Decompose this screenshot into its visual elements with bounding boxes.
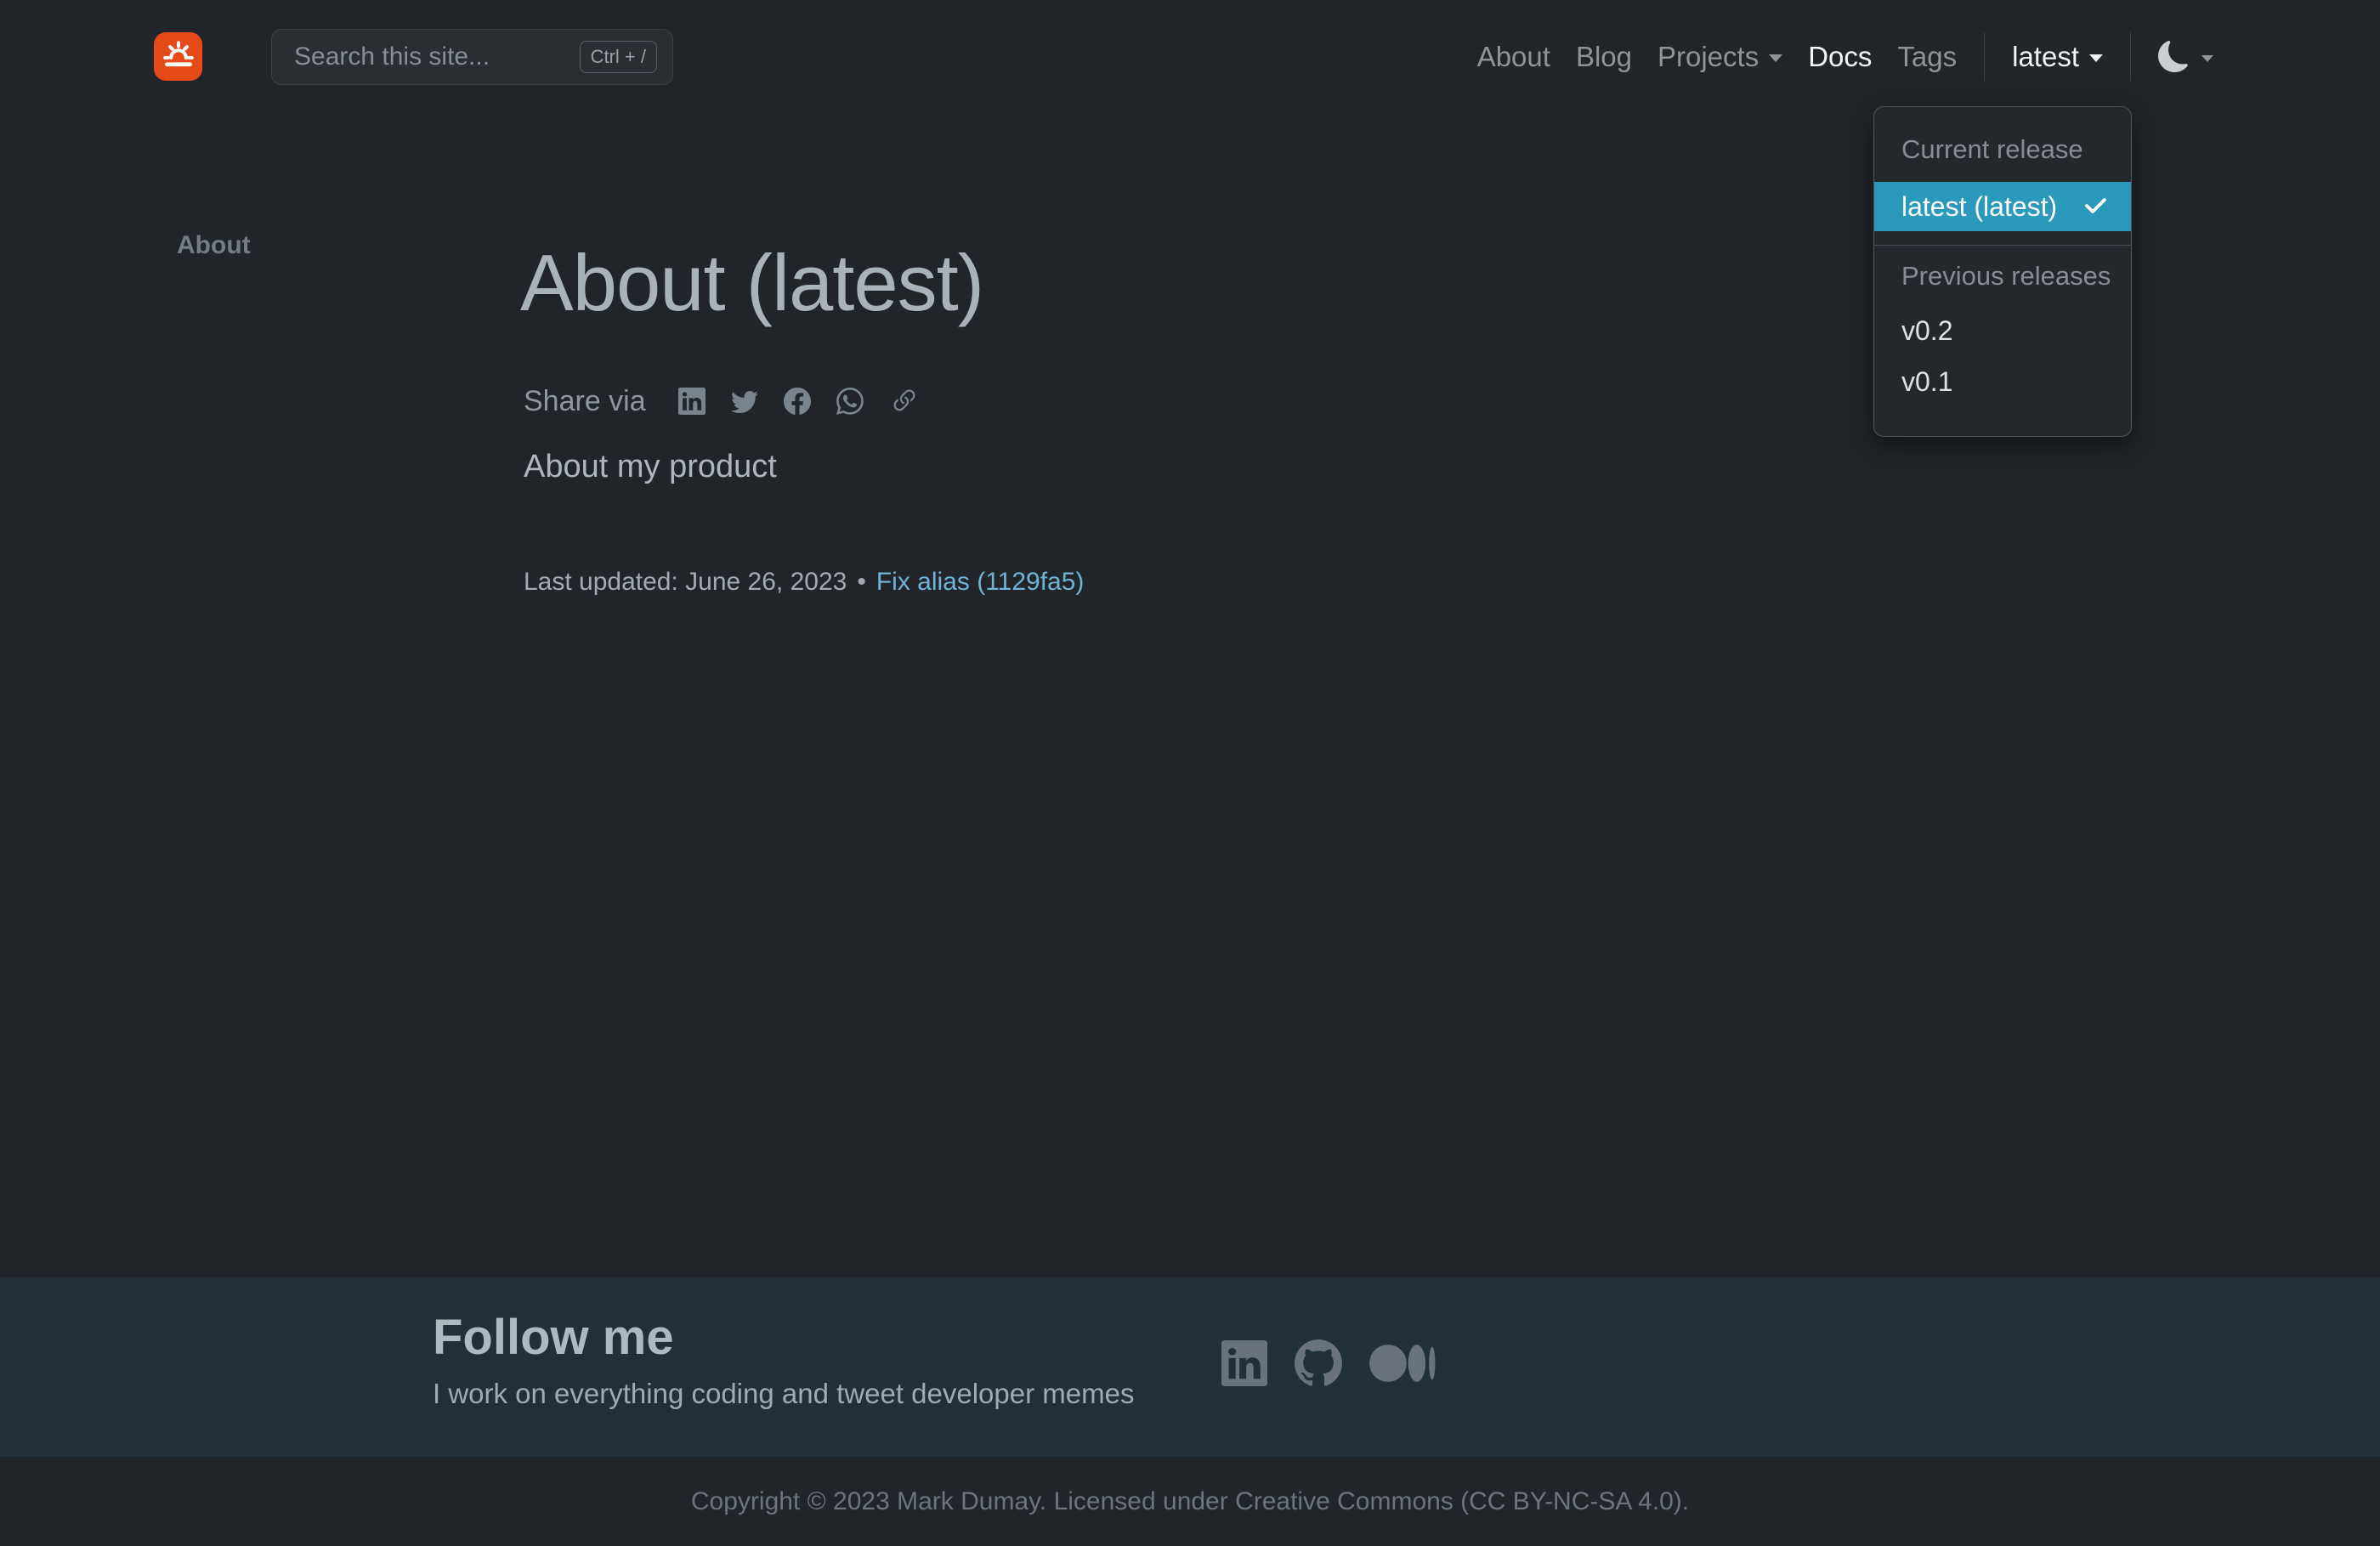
copyright-text: Copyright © 2023 Mark Dumay. Licensed un… [691,1487,1689,1516]
navbar: Ctrl + / About Blog Projects Docs Tags l… [0,0,2380,113]
keyboard-shortcut-badge: Ctrl + / [580,41,657,73]
facebook-icon[interactable] [784,388,811,415]
last-updated-row: Last updated: June 26, 2023 • Fix alias … [524,568,1084,597]
separator-bullet: • [857,568,866,597]
linkedin-icon[interactable] [1221,1340,1267,1386]
share-label: Share via [524,385,646,418]
footer-subtitle: I work on everything coding and tweet de… [433,1378,1134,1410]
footer-heading: Follow me [433,1309,674,1366]
check-icon [2082,193,2109,220]
footer: Follow me I work on everything coding an… [0,1277,2380,1457]
dropdown-header-current-release: Current release [1874,133,2131,167]
nav-item-projects-label: Projects [1658,41,1759,73]
page: Ctrl + / About Blog Projects Docs Tags l… [0,0,2380,1546]
github-icon[interactable] [1295,1339,1342,1387]
share-row: Share via [524,381,920,422]
nav-item-docs[interactable]: Docs [1808,41,1872,73]
chevron-down-icon [1769,54,1782,62]
nav-item-about[interactable]: About [1477,41,1550,73]
moon-icon [2158,41,2190,72]
nav-item-projects[interactable]: Projects [1658,41,1782,73]
nav-item-blog[interactable]: Blog [1576,41,1632,73]
dropdown-item-latest[interactable]: latest (latest) [1874,182,2131,231]
version-toggle-label: latest [2012,41,2079,73]
dropdown-item-v0-1[interactable]: v0.1 [1874,356,2131,407]
chevron-down-icon [2089,54,2103,62]
sidebar-item-about[interactable]: About [177,231,251,260]
dropdown-item-latest-label: latest (latest) [1901,182,2057,231]
page-title: About (latest) [520,241,983,326]
chevron-down-icon [2202,55,2213,62]
footer-social-icons [1221,1339,1436,1387]
medium-icon[interactable] [1369,1342,1436,1385]
commit-link[interactable]: Fix alias (1129fa5) [876,568,1085,597]
search-input[interactable] [294,42,580,71]
search-box[interactable]: Ctrl + / [271,29,673,85]
twitter-icon[interactable] [731,388,758,415]
theme-toggle[interactable] [2158,41,2213,72]
dropdown-item-v0-2[interactable]: v0.2 [1874,305,2131,356]
nav-divider [2130,32,2131,81]
dropdown-header-previous-releases: Previous releases [1874,259,2131,293]
linkedin-icon[interactable] [678,388,706,415]
page-body-text: About my product [524,449,777,485]
nav-links: About Blog Projects Docs Tags [1477,41,1957,73]
link-icon[interactable] [889,386,920,416]
nav-divider [1984,32,1985,81]
last-updated-label: Last updated: June 26, 2023 [524,568,847,597]
copyright-bar: Copyright © 2023 Mark Dumay. Licensed un… [0,1457,2380,1546]
version-dropdown-menu: Current release latest (latest) Previous… [1873,106,2132,437]
site-logo[interactable] [154,32,202,81]
dropdown-divider [1874,245,2131,246]
sunrise-icon [160,36,197,77]
nav-item-tags[interactable]: Tags [1897,41,1957,73]
whatsapp-icon[interactable] [836,388,864,415]
version-dropdown-toggle[interactable]: latest [2012,41,2103,73]
